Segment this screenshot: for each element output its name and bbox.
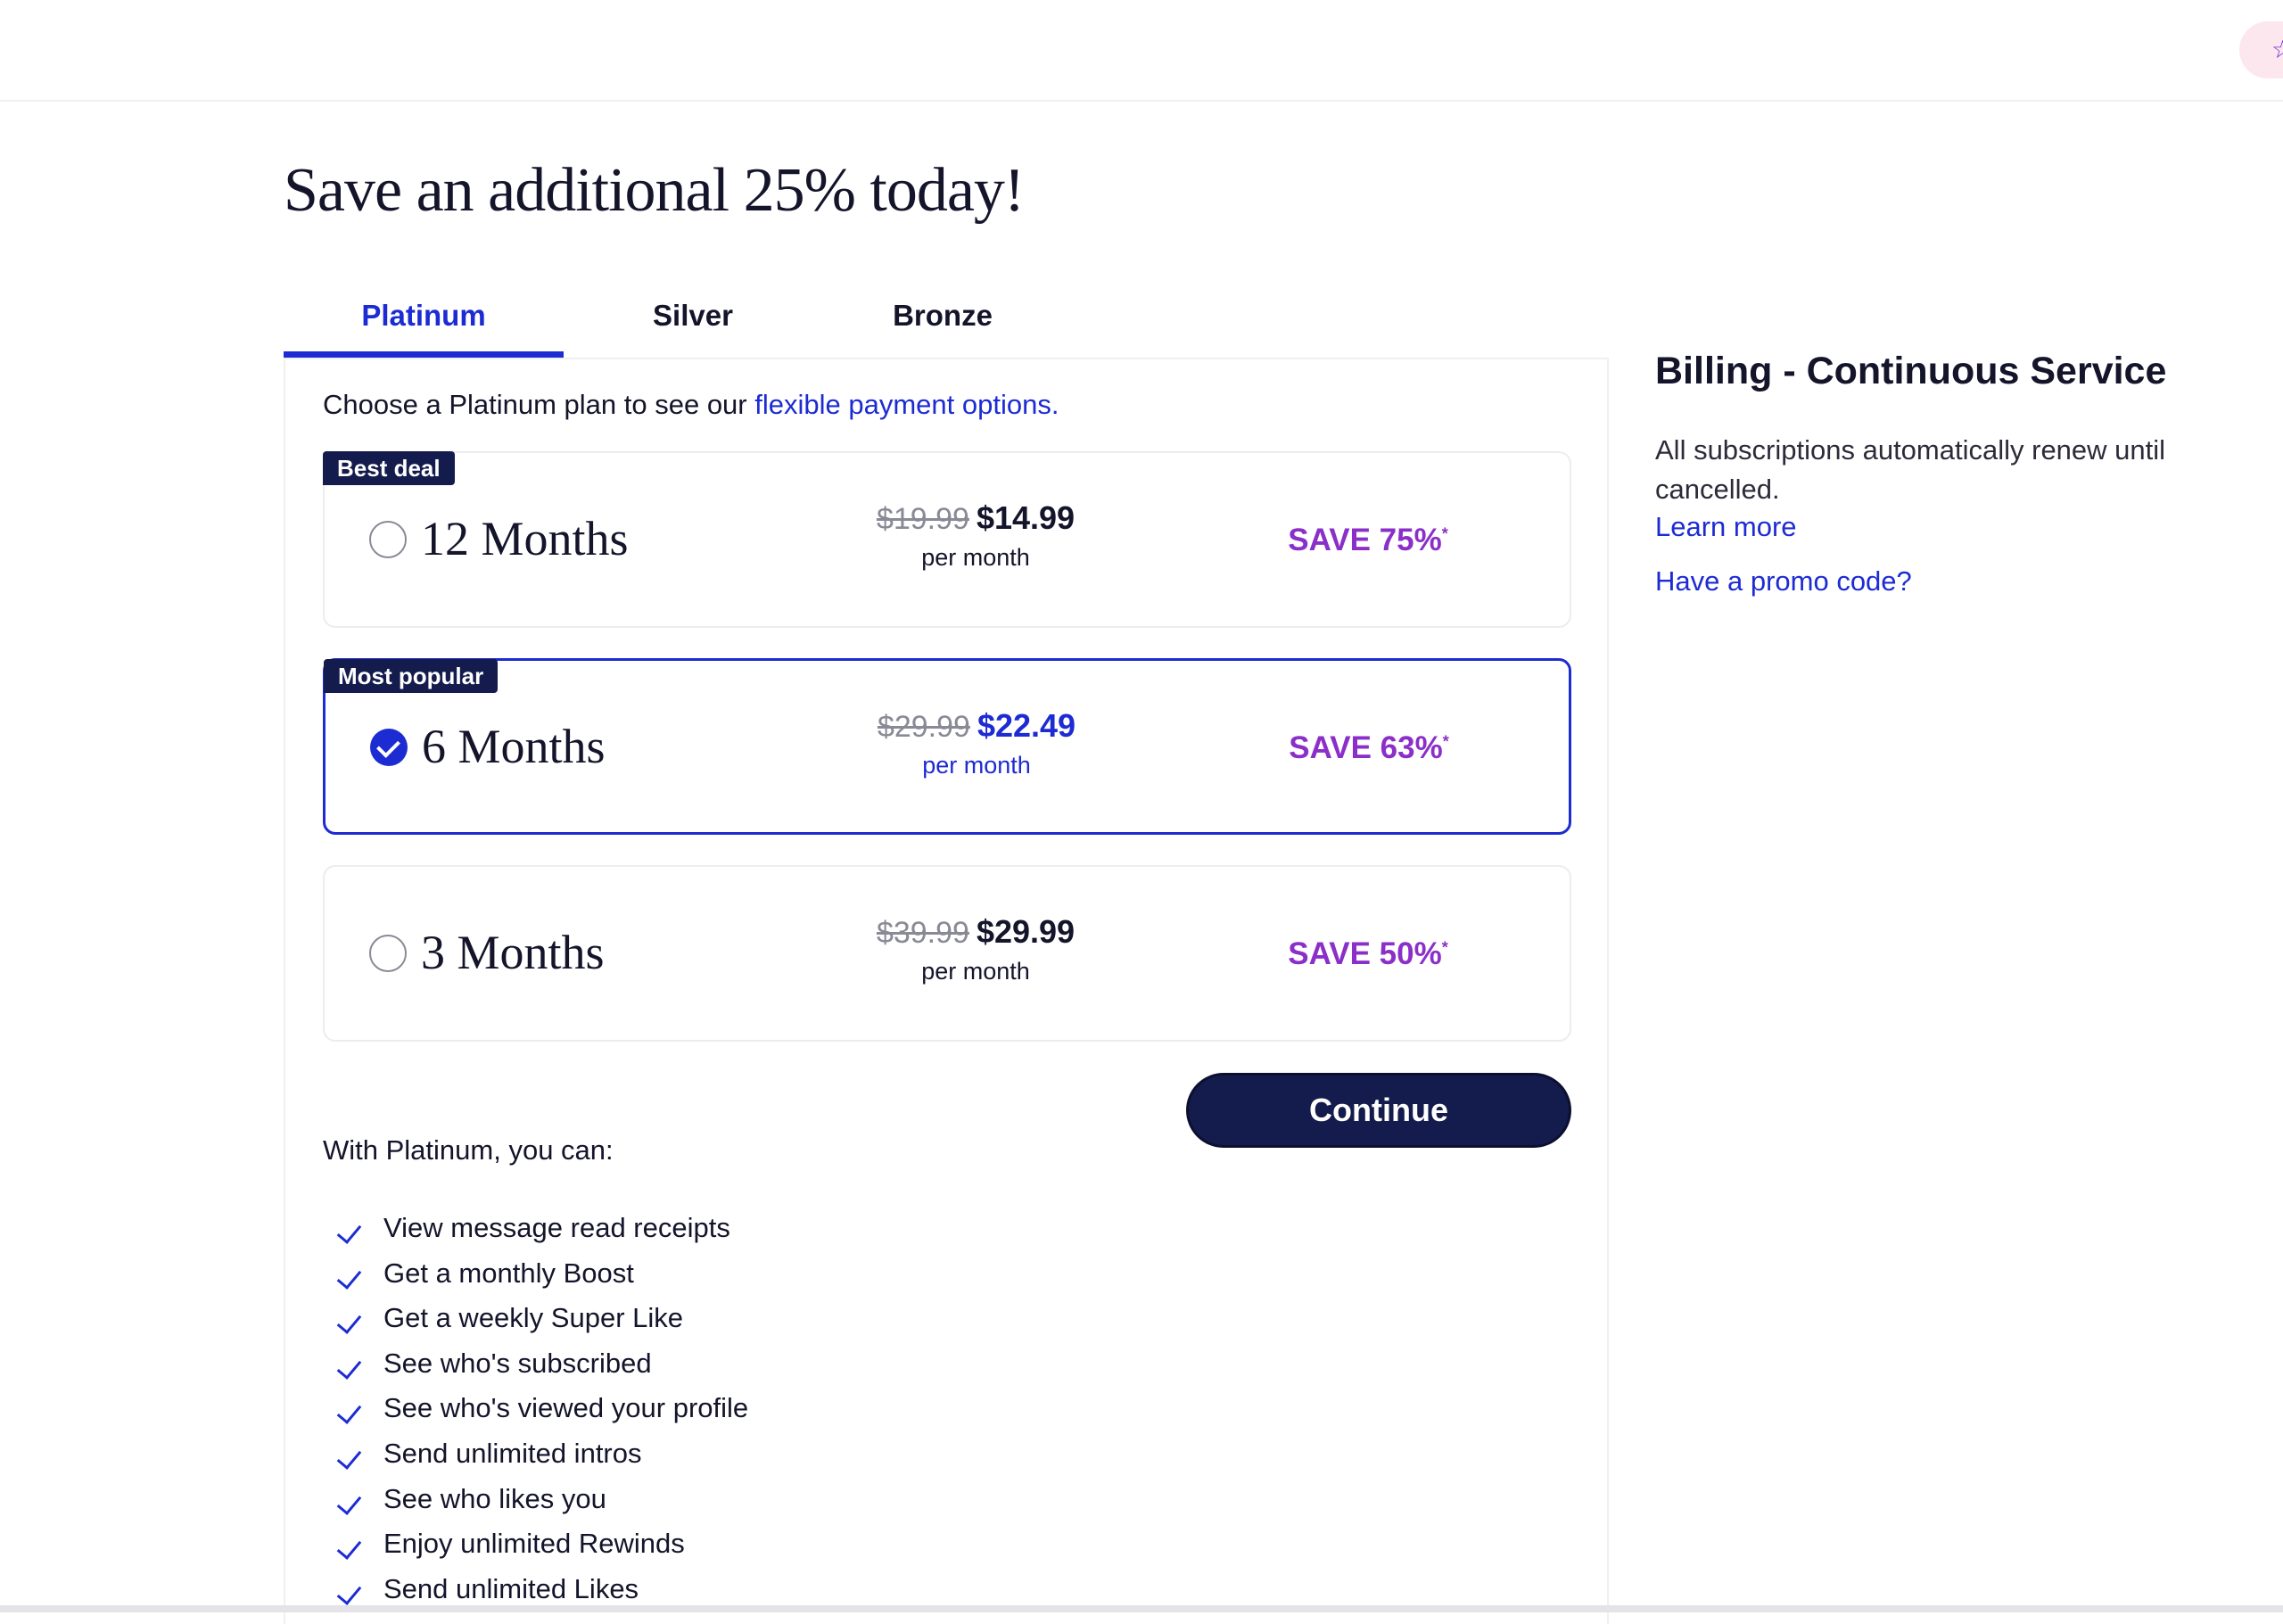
feature-label: Get a monthly Boost xyxy=(383,1257,634,1289)
radio-12-months[interactable] xyxy=(369,521,407,558)
tab-platinum[interactable]: Platinum xyxy=(284,284,564,359)
plan-intro: Choose a Platinum plan to see our flexib… xyxy=(323,389,1059,421)
flexible-payment-link[interactable]: flexible payment options. xyxy=(754,389,1059,420)
features-heading: With Platinum, you can: xyxy=(323,1134,614,1166)
save-asterisk: * xyxy=(1441,938,1448,957)
radio-6-months[interactable] xyxy=(370,729,408,766)
save-label: SAVE 63%* xyxy=(1262,730,1476,766)
plan-option-3-months[interactable]: 3 Months $39.99 $29.99 per month SAVE 50%… xyxy=(323,865,1571,1042)
tab-bronze[interactable]: Bronze xyxy=(822,284,1063,355)
plan-name: 12 Months xyxy=(421,512,629,565)
save-asterisk: * xyxy=(1442,732,1449,751)
horizontal-scrollbar[interactable] xyxy=(0,1605,2283,1612)
best-deal-badge: Best deal xyxy=(323,451,455,485)
tab-silver[interactable]: Silver xyxy=(564,284,822,355)
save-label: SAVE 75%* xyxy=(1261,523,1475,558)
per-month-label: per month xyxy=(922,752,1031,779)
feature-label: See who likes you xyxy=(383,1482,606,1514)
save-text: SAVE 63% xyxy=(1289,730,1443,765)
new-price: $22.49 xyxy=(977,707,1076,744)
new-price: $29.99 xyxy=(976,913,1076,950)
plan-option-12-months[interactable]: Best deal 12 Months $19.99 $14.99 per mon… xyxy=(323,451,1571,628)
top-bar: ☆ xyxy=(0,0,2283,102)
feature-label: Get a weekly Super Like xyxy=(383,1302,684,1334)
most-popular-badge: Most popular xyxy=(324,659,499,693)
plan-name: 6 Months xyxy=(422,720,606,773)
plan-tabs: Platinum Silver Bronze xyxy=(284,284,1609,359)
plan-name: 3 Months xyxy=(421,926,605,979)
feature-label: Enjoy unlimited Rewinds xyxy=(383,1528,685,1560)
price-block: $39.99 $29.99 per month xyxy=(806,913,1145,985)
billing-description: All subscriptions automatically renew un… xyxy=(1655,434,2166,505)
old-price: $19.99 xyxy=(876,502,969,536)
per-month-label: per month xyxy=(921,958,1030,985)
save-text: SAVE 75% xyxy=(1288,523,1442,557)
radio-3-months[interactable] xyxy=(369,935,407,972)
price-block: $19.99 $14.99 per month xyxy=(806,499,1145,572)
per-month-label: per month xyxy=(921,544,1030,571)
plan-option-6-months[interactable]: Most popular 6 Months $29.99 $22.49 per m… xyxy=(323,658,1571,835)
save-text: SAVE 50% xyxy=(1288,936,1442,971)
star-icon: ☆ xyxy=(2271,35,2283,64)
promo-code-link[interactable]: Have a promo code? xyxy=(1655,565,1912,598)
old-price: $39.99 xyxy=(876,916,969,950)
promo-pill-button[interactable]: ☆ xyxy=(2239,21,2283,78)
intro-text: Choose a Platinum plan to see our xyxy=(323,389,755,420)
feature-label: See who's viewed your profile xyxy=(383,1392,749,1424)
old-price: $29.99 xyxy=(877,710,970,744)
feature-label: View message read receipts xyxy=(383,1212,730,1243)
feature-label: Send unlimited intros xyxy=(383,1437,642,1469)
feature-label: See who's subscribed xyxy=(383,1347,652,1379)
page-title: Save an additional 25% today! xyxy=(284,156,1025,225)
price-block: $29.99 $22.49 per month xyxy=(807,707,1146,779)
learn-more-link[interactable]: Learn more xyxy=(1655,511,1797,543)
save-asterisk: * xyxy=(1441,524,1448,543)
continue-button[interactable]: Continue xyxy=(1186,1073,1571,1148)
billing-title: Billing - Continuous Service xyxy=(1655,350,2167,392)
save-label: SAVE 50%* xyxy=(1261,936,1475,972)
new-price: $14.99 xyxy=(976,499,1076,536)
